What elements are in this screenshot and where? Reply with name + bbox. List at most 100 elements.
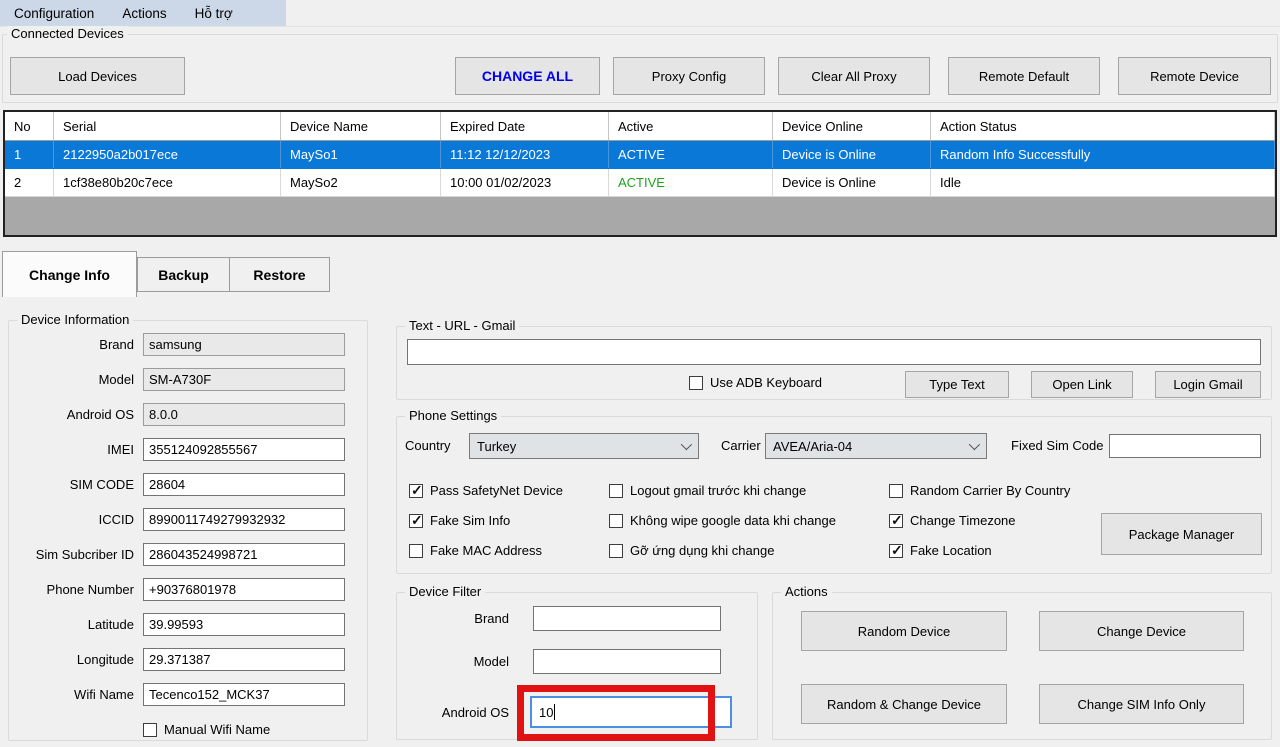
checkbox-box-icon	[409, 514, 423, 528]
change-all-button[interactable]: CHANGE ALL	[455, 57, 600, 95]
table-row[interactable]: 2 1cf38e80b20c7ece MaySo2 10:00 01/02/20…	[5, 169, 1275, 197]
country-value: Turkey	[477, 439, 516, 454]
android-os-field[interactable]	[143, 403, 345, 426]
device-filter-title: Device Filter	[405, 584, 485, 599]
column-header-expired-date[interactable]: Expired Date	[441, 112, 609, 140]
country-dropdown[interactable]: Turkey	[469, 433, 699, 459]
filter-brand-input[interactable]	[533, 606, 721, 631]
device-information-group: Device Information Brand Model Android O…	[8, 320, 368, 741]
fake-mac-address-label: Fake MAC Address	[430, 543, 542, 558]
manual-wifi-name-label: Manual Wifi Name	[164, 722, 270, 737]
cell-serial: 2122950a2b017ece	[54, 141, 281, 168]
longitude-field[interactable]	[143, 648, 345, 671]
package-manager-button[interactable]: Package Manager	[1101, 513, 1262, 555]
filter-android-os-value: 10	[539, 705, 553, 720]
tab-restore[interactable]: Restore	[229, 257, 330, 292]
cell-serial: 1cf38e80b20c7ece	[54, 169, 281, 196]
type-text-button[interactable]: Type Text	[905, 371, 1009, 398]
text-cursor	[554, 704, 555, 720]
clear-all-proxy-button[interactable]: Clear All Proxy	[778, 57, 930, 95]
random-carrier-checkbox[interactable]: Random Carrier By Country	[889, 483, 1070, 498]
column-header-device-name[interactable]: Device Name	[281, 112, 441, 140]
field-row-sim-code: SIM CODE	[9, 473, 367, 496]
table-row[interactable]: 1 2122950a2b017ece MaySo1 11:12 12/12/20…	[5, 141, 1275, 169]
pass-safetynet-checkbox[interactable]: Pass SafetyNet Device	[409, 483, 563, 498]
brand-field[interactable]	[143, 333, 345, 356]
longitude-label: Longitude	[9, 652, 143, 667]
random-device-button[interactable]: Random Device	[801, 611, 1007, 651]
proxy-config-button[interactable]: Proxy Config	[613, 57, 765, 95]
load-devices-button[interactable]: Load Devices	[10, 57, 185, 95]
text-url-gmail-input[interactable]	[407, 339, 1261, 365]
column-header-no[interactable]: No	[5, 112, 54, 140]
field-row-sim-subscriber-id: Sim Subcriber ID	[9, 543, 367, 566]
imei-field[interactable]	[143, 438, 345, 461]
sim-code-field[interactable]	[143, 473, 345, 496]
fake-mac-address-checkbox[interactable]: Fake MAC Address	[409, 543, 542, 558]
manual-wifi-name-checkbox[interactable]: Manual Wifi Name	[143, 722, 270, 737]
khong-wipe-google-checkbox[interactable]: Không wipe google data khi change	[609, 513, 836, 528]
checkbox-box-icon	[609, 544, 623, 558]
latitude-field[interactable]	[143, 613, 345, 636]
use-adb-keyboard-label: Use ADB Keyboard	[710, 375, 822, 390]
iccid-field[interactable]	[143, 508, 345, 531]
fixed-sim-code-input[interactable]	[1109, 434, 1261, 458]
iccid-label: ICCID	[9, 512, 143, 527]
logout-gmail-checkbox[interactable]: Logout gmail trước khi change	[609, 483, 806, 498]
fake-location-label: Fake Location	[910, 543, 992, 558]
cell-active: ACTIVE	[609, 141, 773, 168]
tab-change-info[interactable]: Change Info	[2, 251, 137, 297]
phone-number-field[interactable]	[143, 578, 345, 601]
chevron-down-icon	[681, 439, 692, 450]
field-row-android-os: Android OS	[9, 403, 367, 426]
menu-ho-tro[interactable]: Hỗ trợ	[181, 0, 247, 26]
filter-android-os-input[interactable]: 10	[530, 696, 732, 728]
phone-settings-group: Phone Settings Country Turkey Carrier AV…	[396, 416, 1272, 574]
change-device-button[interactable]: Change Device	[1039, 611, 1244, 651]
change-sim-info-only-button[interactable]: Change SIM Info Only	[1039, 684, 1244, 724]
random-carrier-label: Random Carrier By Country	[910, 483, 1070, 498]
text-url-gmail-title: Text - URL - Gmail	[405, 318, 519, 333]
column-header-device-online[interactable]: Device Online	[773, 112, 931, 140]
device-manager-window: Configuration Actions Hỗ trợ Connected D…	[0, 0, 1280, 747]
use-adb-keyboard-checkbox[interactable]: Use ADB Keyboard	[689, 375, 822, 390]
change-timezone-checkbox[interactable]: Change Timezone	[889, 513, 1016, 528]
go-ung-dung-checkbox[interactable]: Gỡ ứng dụng khi change	[609, 543, 774, 558]
cell-no: 2	[5, 169, 54, 196]
field-row-wifi-name: Wifi Name	[9, 683, 367, 706]
menu-actions[interactable]: Actions	[108, 0, 180, 26]
open-link-button[interactable]: Open Link	[1031, 371, 1133, 398]
checkbox-box-icon	[143, 723, 157, 737]
cell-active: ACTIVE	[609, 169, 773, 196]
tab-backup[interactable]: Backup	[137, 257, 230, 292]
fixed-sim-code-label: Fixed Sim Code	[1011, 438, 1103, 453]
wifi-name-field[interactable]	[143, 683, 345, 706]
connected-devices-title: Connected Devices	[7, 26, 128, 41]
brand-label: Brand	[9, 337, 143, 352]
login-gmail-button[interactable]: Login Gmail	[1155, 371, 1261, 398]
text-url-gmail-group: Text - URL - Gmail Use ADB Keyboard Type…	[396, 326, 1272, 400]
fake-location-checkbox[interactable]: Fake Location	[889, 543, 992, 558]
column-header-action-status[interactable]: Action Status	[931, 112, 1275, 140]
fake-sim-info-checkbox[interactable]: Fake Sim Info	[409, 513, 510, 528]
wifi-name-label: Wifi Name	[9, 687, 143, 702]
carrier-label: Carrier	[721, 438, 761, 453]
checkbox-box-icon	[609, 514, 623, 528]
checkbox-box-icon	[609, 484, 623, 498]
filter-model-input[interactable]	[533, 649, 721, 674]
field-row-longitude: Longitude	[9, 648, 367, 671]
field-row-brand: Brand	[9, 333, 367, 356]
random-and-change-device-button[interactable]: Random & Change Device	[801, 684, 1007, 724]
carrier-dropdown[interactable]: AVEA/Aria-04	[765, 433, 987, 459]
imei-label: IMEI	[9, 442, 143, 457]
remote-default-button[interactable]: Remote Default	[948, 57, 1100, 95]
checkbox-box-icon	[889, 544, 903, 558]
column-header-active[interactable]: Active	[609, 112, 773, 140]
model-field[interactable]	[143, 368, 345, 391]
column-header-serial[interactable]: Serial	[54, 112, 281, 140]
menu-configuration[interactable]: Configuration	[0, 0, 108, 26]
field-row-phone-number: Phone Number	[9, 578, 367, 601]
sim-subscriber-id-field[interactable]	[143, 543, 345, 566]
filter-android-os-label: Android OS	[405, 705, 509, 720]
remote-device-button[interactable]: Remote Device	[1118, 57, 1271, 95]
